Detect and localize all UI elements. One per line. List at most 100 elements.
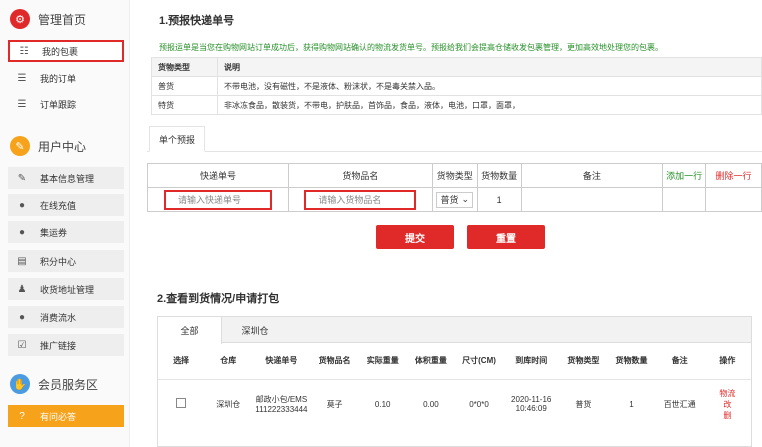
- gear-icon: ⚙: [10, 9, 30, 29]
- column-header: 到库时间: [515, 356, 548, 366]
- goods-type-table: 货物类型 说明 普货 不带电池，没有磁性，不是液体、粉沫状，不是毒关禁入品。 特…: [151, 57, 762, 115]
- column-header: 货物类型: [151, 57, 218, 77]
- column-header: 说明: [217, 57, 762, 77]
- sidebar-item-address[interactable]: ♟ 收货地址管理: [8, 278, 124, 300]
- table-cell: 非冰冻食品，散装货，不带电，护肤品，首饰品，食品，液体，电池，口罩，面罩，: [217, 95, 762, 115]
- section-title-arrivals: 2.查看到货情况/申请打包: [157, 293, 280, 305]
- forecast-form-table: 快递单号 货物品名 货物类型 货物数量 备注 添加一行 删除一行 请输入快递单号…: [147, 163, 762, 212]
- quantity-cell: 1: [607, 378, 656, 429]
- column-header: 选择: [173, 356, 190, 366]
- warehouse-cell: 深圳仓: [204, 378, 253, 429]
- quantity-field[interactable]: 1: [476, 187, 522, 212]
- goods-name-cell: 莫子: [310, 378, 359, 429]
- sidebar-item-label: 推广链接: [40, 340, 77, 351]
- sidebar-item-label: 积分中心: [40, 256, 77, 267]
- section-user-center[interactable]: ✎ 用户中心: [10, 133, 86, 159]
- question-icon: ?: [19, 410, 25, 422]
- list-icon: ☰: [17, 98, 27, 110]
- empty-cell: [662, 187, 707, 212]
- sidebar-item-label: 集运券: [40, 227, 68, 238]
- table-cell: 普货: [151, 76, 218, 96]
- sidebar-item-label: 我的包裹: [42, 46, 79, 57]
- reset-button[interactable]: 重置: [467, 225, 545, 249]
- user-icon: ♟: [17, 283, 27, 295]
- sidebar-item-label: 基本信息管理: [40, 173, 95, 184]
- goods-type-select[interactable]: 普货 ⌄: [436, 191, 474, 208]
- main-content: 1.预报快递单号 预报运单是当您在购物网站订单成功后，获得购物网站确认的物流发货…: [143, 0, 762, 447]
- column-header: 货物数量: [615, 356, 648, 366]
- column-header: 货物类型: [431, 163, 478, 188]
- sidebar-item-label: 收货地址管理: [40, 284, 95, 295]
- select-value: 普货: [440, 195, 459, 205]
- arrival-date: 2020-11-16: [511, 395, 552, 405]
- logistics-link[interactable]: 物流: [704, 388, 751, 399]
- size-cell: 0*0*0: [454, 378, 504, 429]
- goods-name-input[interactable]: 请输入货物品名: [304, 189, 417, 210]
- delete-link[interactable]: 删: [704, 410, 751, 421]
- sidebar: ⚙ 管理首页 ☷ 我的包裹 ☰ 我的订单 ☰ 订单跟踪 ✎ 用户中心 ✎ 基本信…: [0, 0, 130, 447]
- sidebar-item-label: 消费流水: [40, 312, 77, 323]
- edit-link[interactable]: 改: [704, 399, 751, 410]
- column-header: 实际重量: [366, 356, 399, 366]
- section-member-service[interactable]: ✋ 会员服务区: [10, 371, 98, 397]
- tracking-number-input[interactable]: 请输入快递单号: [163, 189, 272, 210]
- submit-button[interactable]: 提交: [376, 225, 454, 249]
- remark-field[interactable]: [520, 187, 664, 212]
- column-header: 货物类型: [567, 356, 600, 366]
- tracking-cell: 邮政小包/EMS 111222333444: [252, 378, 311, 429]
- sidebar-item-coupons[interactable]: ● 集运券: [8, 221, 124, 243]
- sidebar-item-basic-info[interactable]: ✎ 基本信息管理: [8, 167, 124, 189]
- sidebar-item-promo-link[interactable]: ☑ 推广链接: [8, 334, 124, 356]
- tracking-carrier: 邮政小包/EMS: [255, 395, 308, 405]
- document-icon: ▤: [17, 255, 27, 267]
- empty-cell: [705, 187, 762, 212]
- sidebar-item-recharge[interactable]: ● 在线充值: [8, 194, 124, 216]
- section-title-preforecast: 1.预报快递单号: [159, 15, 235, 27]
- section-title: 用户中心: [38, 139, 87, 154]
- column-header: 备注: [671, 356, 688, 366]
- arrival-time-cell: 2020-11-16 10:46:09: [503, 378, 560, 429]
- section-title: 管理首页: [38, 12, 87, 27]
- section-title: 会员服务区: [38, 377, 99, 392]
- column-header: 备注: [520, 163, 664, 188]
- coin-icon: ●: [18, 226, 26, 238]
- sidebar-item-my-orders[interactable]: ☰ 我的订单: [8, 67, 124, 89]
- edit-icon: ✎: [17, 172, 27, 184]
- add-row-button[interactable]: 添加一行: [662, 163, 707, 188]
- sidebar-item-my-packages[interactable]: ☷ 我的包裹: [8, 40, 124, 62]
- actual-weight-cell: 0.10: [358, 378, 407, 429]
- sidebar-item-faq[interactable]: ? 有问必答: [8, 405, 124, 427]
- column-header: 快递单号: [147, 163, 289, 188]
- row-select-checkbox[interactable]: [176, 398, 187, 409]
- section-admin-home[interactable]: ⚙ 管理首页: [10, 6, 86, 32]
- table-cell: 特货: [151, 95, 218, 115]
- column-header: 货物品名: [318, 356, 351, 366]
- sidebar-item-label: 订单跟踪: [40, 99, 77, 110]
- column-header: 体积重量: [414, 356, 447, 366]
- chevron-down-icon: ⌄: [461, 194, 470, 204]
- arrivals-table: 选择 仓库 快递单号 货物品名 实际重量 体积重量 尺寸(CM) 到库时间 货物…: [158, 343, 751, 429]
- arrivals-tabbar: 全部 深圳仓: [158, 317, 751, 344]
- table-row: 深圳仓 邮政小包/EMS 111222333444 莫子 0.10 0.00 0…: [158, 378, 751, 429]
- column-header: 货物品名: [287, 163, 433, 188]
- sidebar-item-order-tracking[interactable]: ☰ 订单跟踪: [8, 93, 124, 115]
- sidebar-item-points[interactable]: ▤ 积分中心: [8, 250, 124, 272]
- operations-cell: 物流 改 删: [703, 378, 751, 429]
- column-header: 尺寸(CM): [462, 356, 496, 366]
- table-cell: 不带电池，没有磁性，不是液体、粉沫状，不是毒关禁入品。: [217, 76, 762, 96]
- goods-type-cell: 普货: [559, 378, 608, 429]
- arrivals-panel: 全部 深圳仓 选择 仓库 快递单号 货物品名 实际重量 体积重量 尺寸(CM) …: [157, 316, 752, 447]
- tab-all[interactable]: 全部: [158, 317, 222, 344]
- coin-icon: ●: [18, 311, 26, 323]
- volume-weight-cell: 0.00: [406, 378, 455, 429]
- delete-row-button[interactable]: 删除一行: [705, 163, 762, 188]
- sidebar-item-label: 我的订单: [40, 73, 77, 84]
- column-header: 货物数量: [476, 163, 522, 188]
- remark-cell: 百世汇通: [655, 378, 704, 429]
- tab-single-forecast[interactable]: 单个预报: [149, 126, 205, 152]
- arrival-time: 10:46:09: [515, 404, 547, 414]
- sidebar-item-transactions[interactable]: ● 消费流水: [8, 306, 124, 328]
- tracking-number: 111222333444: [255, 405, 308, 415]
- handshake-icon: ✋: [10, 374, 30, 394]
- tab-shenzhen[interactable]: 深圳仓: [222, 317, 288, 343]
